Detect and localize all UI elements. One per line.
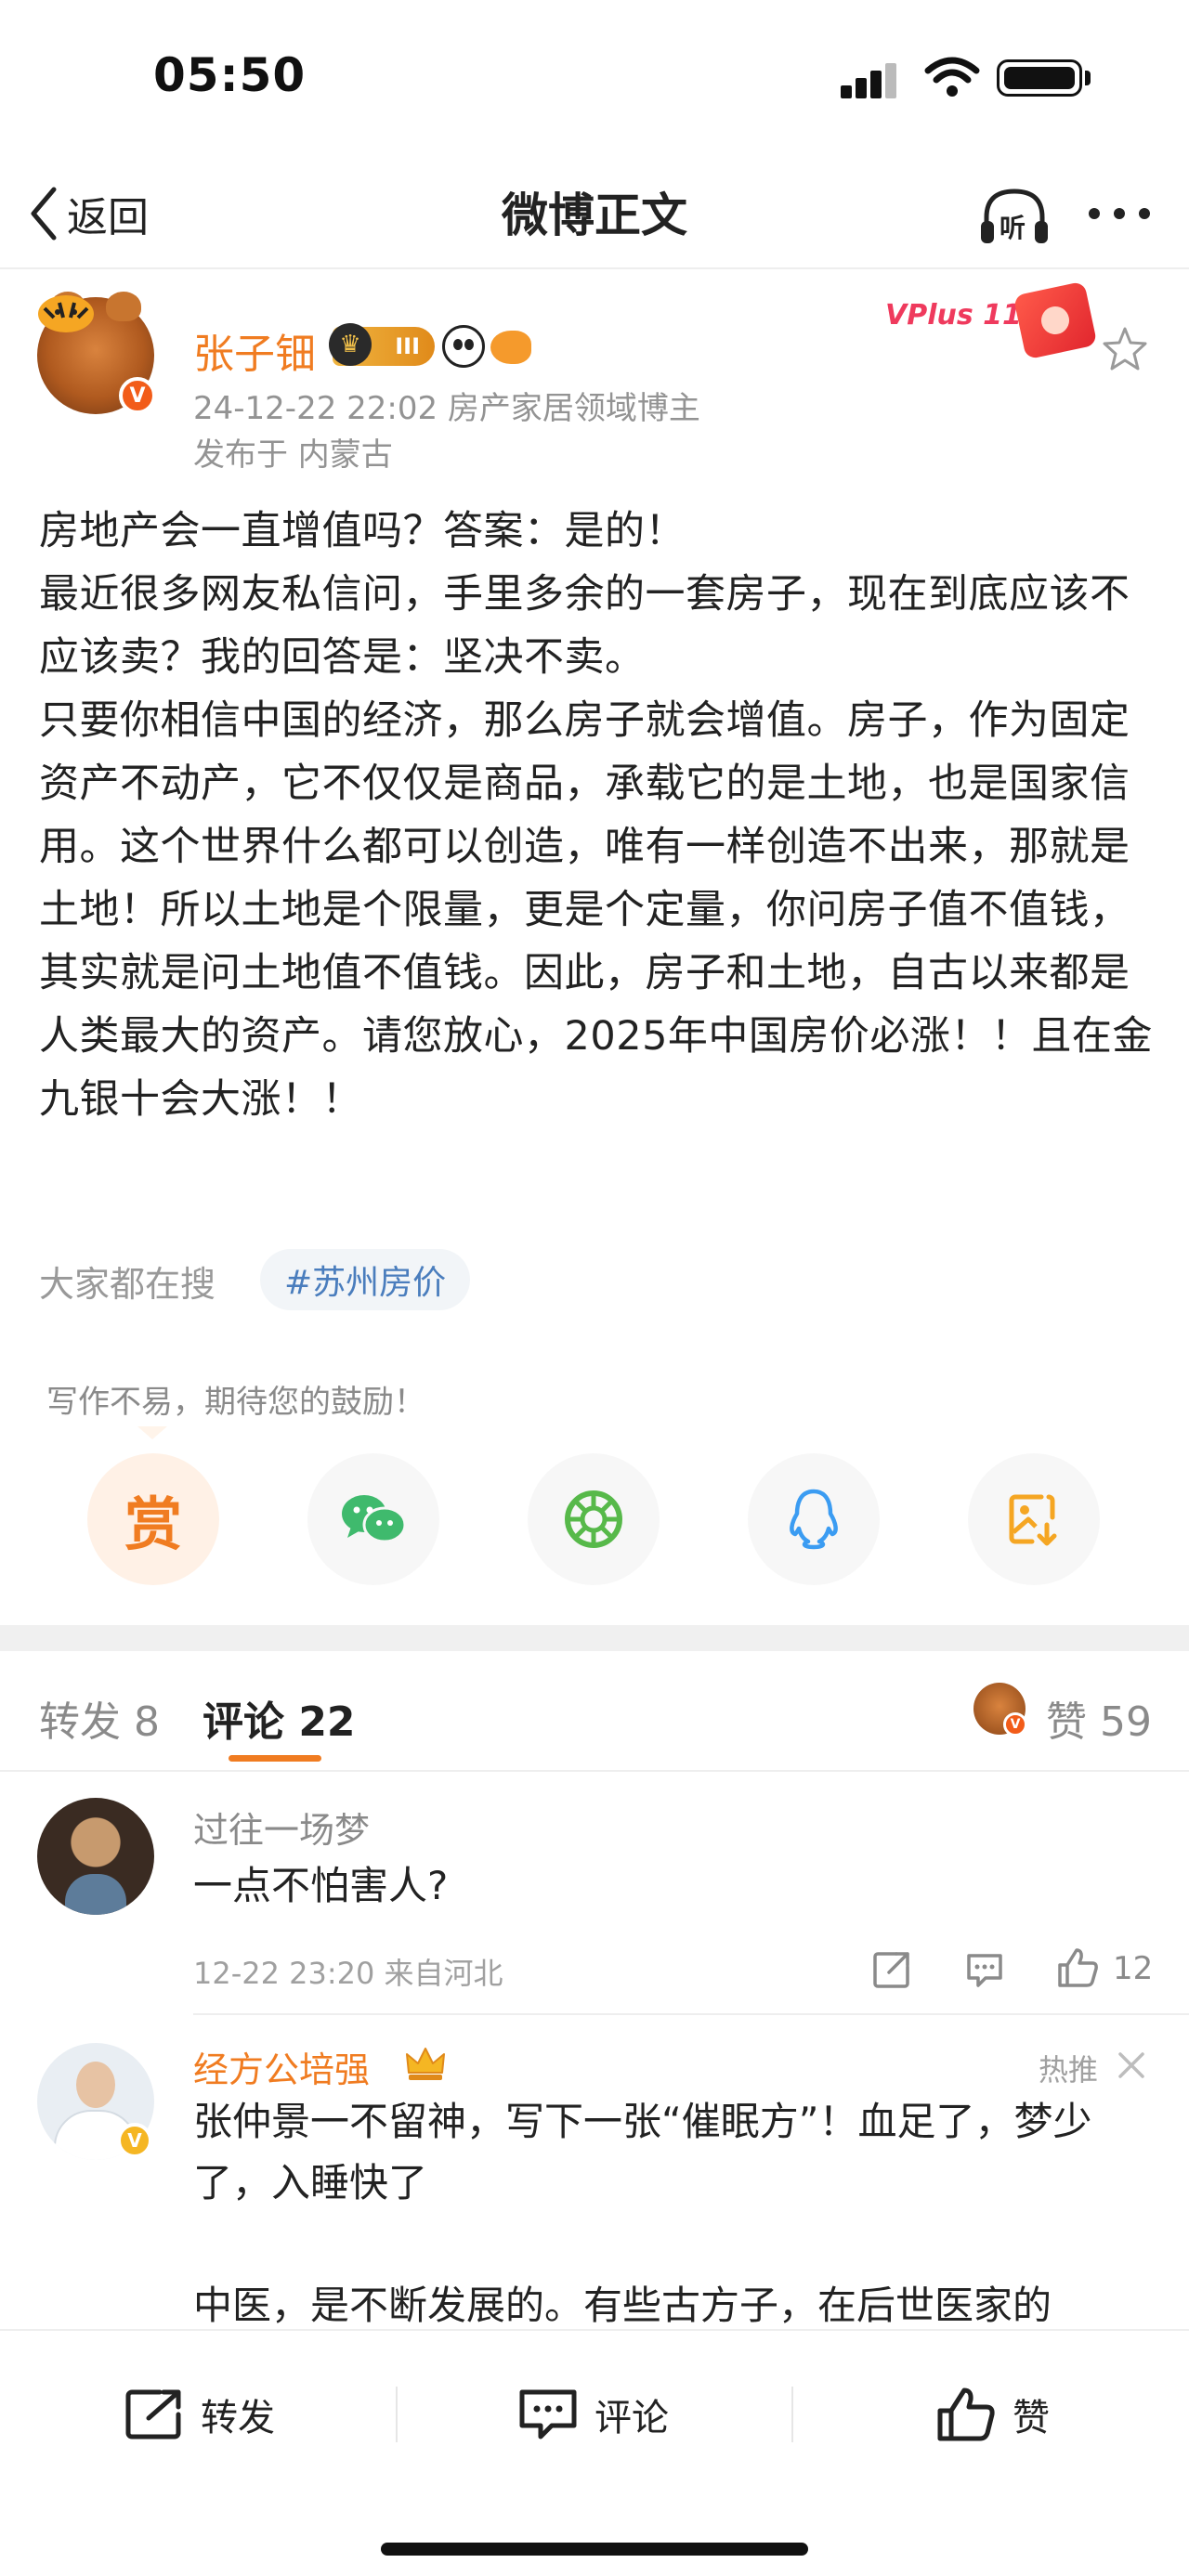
battery-icon — [997, 59, 1082, 97]
share-qq-button[interactable] — [748, 1453, 880, 1585]
favorite-star-icon[interactable] — [1101, 325, 1149, 373]
comment-like-count: 12 — [1113, 1950, 1154, 1987]
listen-label: 听 — [1000, 213, 1026, 243]
membership-badge[interactable]: ♛ III — [329, 323, 435, 366]
status-bar: 05:50 — [0, 0, 1189, 158]
section-divider — [0, 1625, 1189, 1651]
comment-icon — [519, 2389, 577, 2439]
commenter-name[interactable]: 经方公培强 — [193, 2041, 370, 2092]
crown-icon: ♛ — [329, 323, 372, 366]
fish-badge-icon[interactable] — [490, 331, 531, 364]
post-body: 房地产会一直增值吗？答案：是的！ 最近很多网友私信问，手里多余的一套房子，现在到… — [39, 500, 1154, 1131]
comment-line: 中医，是不断发展的。有些古方子，在后世医家的 — [193, 2283, 1052, 2328]
commenter-avatar[interactable] — [37, 1798, 154, 1915]
post-paragraph: 房地产会一直增值吗？答案：是的！ — [39, 508, 686, 554]
nav-bar: 返回 微博正文 听 — [0, 158, 1189, 269]
comment-text: 张仲景一不留神，写下一张“催眠方”！血足了，梦少了，入睡快了 中医，是不断发展的… — [193, 2091, 1150, 2336]
comment-line — [193, 2214, 1150, 2275]
status-time: 05:50 — [153, 48, 307, 102]
more-options-button[interactable] — [1089, 186, 1150, 241]
post-paragraph: 最近很多网友私信问，手里多余的一套房子，现在到底应该不应该卖？我的回答是：坚决不… — [39, 571, 1130, 681]
comment-divider — [193, 2013, 1189, 2015]
comment-text: 一点不怕害人? — [193, 1863, 449, 1908]
battery-tip — [1085, 71, 1091, 85]
share-row: 赏 — [0, 1453, 1189, 1588]
active-tab-indicator — [229, 1755, 321, 1762]
hot-label: 热推 — [1039, 2052, 1099, 2088]
repost-button[interactable]: 转发 — [123, 2377, 275, 2452]
share-moments-button[interactable] — [528, 1453, 660, 1585]
dot-icon — [1114, 208, 1125, 219]
wifi-icon — [924, 57, 980, 97]
liker-avatar: V — [973, 1683, 1027, 1737]
comment-button[interactable]: 评论 — [516, 2377, 669, 2452]
commenter-name[interactable]: 过往一场梦 — [193, 1802, 370, 1853]
reward-tip: 写作不易，期待您的鼓励！ — [46, 1384, 425, 1421]
dot-icon — [1089, 208, 1100, 219]
close-icon[interactable] — [1113, 2047, 1150, 2084]
share-comment-icon[interactable] — [869, 1946, 915, 1993]
post-timestamp-domain: 24-12-22 22:02 房产家居领域博主 — [193, 390, 700, 427]
reply-comment-icon[interactable] — [961, 1946, 1008, 1993]
vplus-promo-badge[interactable]: VPlus 11.11 — [878, 279, 1119, 362]
trending-search-label: 大家都在搜 — [39, 1264, 216, 1305]
signal-icon — [841, 61, 896, 98]
repost-icon — [125, 2389, 181, 2439]
like-comment-icon[interactable] — [1054, 1945, 1101, 1991]
wechat-icon — [342, 1495, 407, 1543]
tab-comments[interactable]: 评论 22 — [203, 1688, 356, 1748]
interaction-tabs: 转发 8 评论 22 V 赞 59 — [0, 1651, 1189, 1772]
like-button[interactable]: 赞 — [934, 2377, 1050, 2452]
comment-label: 评论 — [594, 2397, 669, 2439]
dot-icon — [1139, 208, 1150, 219]
thumbs-up-icon — [937, 2387, 995, 2441]
home-indicator — [381, 2543, 808, 2556]
tip-pointer — [137, 1426, 167, 1439]
reward-button[interactable]: 赏 — [87, 1453, 219, 1585]
avatar-ear — [106, 292, 141, 321]
panda-badge-icon[interactable] — [442, 325, 485, 368]
save-image-icon — [1009, 1494, 1057, 1546]
author-name[interactable]: 张子钿 — [193, 320, 316, 380]
tab-reposts[interactable]: 转发 8 — [39, 1688, 160, 1748]
bottom-action-bar: 转发 评论 赞 — [0, 2329, 1189, 2576]
save-image-button[interactable] — [968, 1453, 1100, 1585]
verified-badge-icon: V — [1003, 1712, 1027, 1737]
comment-line: 张仲景一不留神，写下一张“催眠方”！血足了，梦少了，入睡快了 — [193, 2099, 1092, 2205]
verified-badge-icon: V — [119, 377, 156, 414]
avatar-head — [76, 2062, 115, 2108]
tab-likes[interactable]: 赞 59 — [1046, 1688, 1152, 1748]
verified-badge-icon: V — [117, 2123, 152, 2158]
post-paragraph: 只要你相信中国的经济，那么房子就会增值。房子，作为固定资产不动产，它不仅仅是商品… — [39, 697, 1153, 1123]
share-wechat-button[interactable] — [307, 1453, 439, 1585]
bar-separator — [791, 2387, 793, 2442]
listen-button[interactable]: 听 — [977, 184, 1052, 249]
gift-box-icon — [1013, 280, 1098, 360]
topic-link[interactable]: #苏州房价 — [260, 1249, 471, 1310]
like-label: 赞 — [1013, 2397, 1050, 2439]
moments-icon — [565, 1490, 622, 1548]
membership-level: III — [395, 333, 420, 359]
repost-label: 转发 — [201, 2397, 275, 2439]
comment-meta: 12-22 23:20 来自河北 — [193, 1956, 503, 1991]
qq-penguin-icon — [790, 1489, 838, 1550]
crown-icon — [406, 2048, 445, 2080]
tiger-decoration-icon — [38, 295, 94, 332]
post-location: 发布于 内蒙古 — [193, 436, 393, 474]
bar-separator — [396, 2387, 398, 2442]
reward-glyph: 赏 — [124, 1490, 182, 1558]
